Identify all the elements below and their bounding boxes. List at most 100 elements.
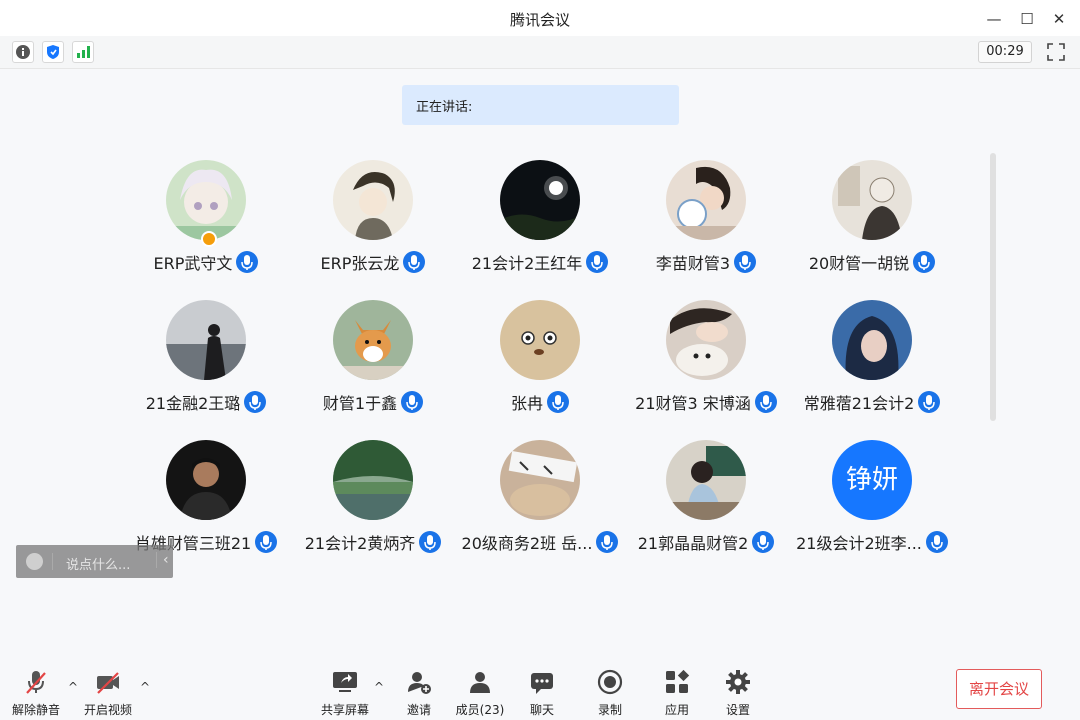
- divider: [52, 553, 53, 570]
- record-button[interactable]: 录制: [580, 668, 640, 718]
- chat-placeholder: 说点什么...: [66, 558, 131, 573]
- participant-tile[interactable]: 常雅蓿21会计2: [787, 300, 957, 420]
- participant-name: 21财管3 宋博涵: [635, 394, 751, 413]
- host-icon: [201, 231, 217, 247]
- window-title: 腾讯会议: [509, 11, 570, 29]
- gear-icon: [726, 670, 750, 694]
- participant-scrollbar[interactable]: [990, 153, 996, 421]
- mic-icon: [918, 391, 941, 413]
- settings-label: 设置: [725, 703, 750, 717]
- unmute-button[interactable]: 解除静音: [6, 668, 66, 718]
- participant-name: 21级会计2班李...: [796, 534, 922, 553]
- participant-name-row: 李苗财管3: [621, 250, 791, 274]
- share-screen-button[interactable]: 共享屏幕: [315, 668, 375, 718]
- mic-icon: [913, 251, 936, 273]
- collapse-chat-icon[interactable]: ‹: [156, 552, 169, 568]
- participant-name: ERP武守文: [153, 254, 233, 273]
- participant-name-row: 21会计2黄炳齐: [288, 530, 458, 554]
- share-screen-icon: [333, 672, 357, 692]
- participant-tile[interactable]: 肖雄财管三班21: [121, 440, 291, 560]
- participant-name-row: 张冉: [455, 390, 625, 414]
- invite-button[interactable]: 邀请: [389, 668, 449, 718]
- info-icon[interactable]: [12, 41, 34, 63]
- avatar: [333, 160, 413, 240]
- invite-label: 邀请: [406, 703, 431, 717]
- avatar: [666, 160, 746, 240]
- shield-icon[interactable]: [42, 41, 64, 63]
- mic-muted-icon: [26, 671, 46, 694]
- avatar: [832, 300, 912, 380]
- avatar: [166, 160, 246, 240]
- avatar: [166, 300, 246, 380]
- participant-tile[interactable]: ERP张云龙: [288, 160, 458, 280]
- participant-tile[interactable]: 21会计2黄炳齐: [288, 440, 458, 560]
- participant-tile[interactable]: 20级商务2班 岳...: [455, 440, 625, 560]
- participant-name: 21会计2黄炳齐: [304, 534, 416, 553]
- meeting-timer: 00:29: [978, 41, 1032, 63]
- close-button[interactable]: ✕: [1048, 8, 1070, 30]
- mic-icon: [255, 531, 278, 553]
- bottom-toolbar: 解除静音 ^ 开启视频 ^ 共享屏幕 ^ 邀请 成员(23) 聊天 录制 应用 …: [0, 660, 1080, 720]
- mic-icon: [403, 251, 426, 273]
- unmute-label: 解除静音: [11, 703, 60, 717]
- settings-button[interactable]: 设置: [708, 668, 768, 718]
- avatar-text: 铮妍: [832, 440, 912, 520]
- participant-tile[interactable]: 财管1于鑫: [288, 300, 458, 420]
- participant-tile[interactable]: 张冉: [455, 300, 625, 420]
- participant-tile[interactable]: 21财管3 宋博涵: [621, 300, 791, 420]
- participant-name: ERP张云龙: [320, 254, 400, 273]
- participant-tile[interactable]: 21郭晶晶财管2: [621, 440, 791, 560]
- avatar: [166, 440, 246, 520]
- mic-icon: [925, 531, 948, 553]
- speaking-label: 正在讲话:: [416, 100, 473, 115]
- mic-icon: [401, 391, 424, 413]
- avatar: [666, 300, 746, 380]
- minimize-button[interactable]: —: [983, 8, 1005, 30]
- start-video-label: 开启视频: [83, 703, 132, 717]
- participant-tile[interactable]: 李苗财管3: [621, 160, 791, 280]
- add-user-icon: [408, 672, 431, 694]
- members-label: 成员(23): [455, 703, 505, 717]
- mic-icon: [419, 531, 442, 553]
- participant-name-row: 21金融2王璐: [121, 390, 291, 414]
- participant-name-row: 21郭晶晶财管2: [621, 530, 791, 554]
- members-button[interactable]: 成员(23): [450, 668, 510, 718]
- participant-tile[interactable]: 21会计2王红年: [455, 160, 625, 280]
- participant-name-row: 21财管3 宋博涵: [621, 390, 791, 414]
- record-icon: [597, 669, 623, 695]
- participant-name-row: 20级商务2班 岳...: [455, 530, 625, 554]
- avatar: [500, 160, 580, 240]
- mic-icon: [734, 251, 757, 273]
- audio-options-caret-icon[interactable]: ^: [68, 680, 78, 694]
- signal-icon[interactable]: [72, 41, 94, 63]
- camera-off-icon: [97, 672, 119, 694]
- avatar: [832, 160, 912, 240]
- chat-button[interactable]: 聊天: [512, 668, 572, 718]
- mic-icon: [752, 531, 775, 553]
- participant-tile[interactable]: 21金融2王璐: [121, 300, 291, 420]
- avatar: [500, 300, 580, 380]
- maximize-button[interactable]: ☐: [1016, 8, 1038, 30]
- participant-tile[interactable]: 铮妍 21级会计2班李...: [787, 440, 957, 560]
- avatar: [333, 440, 413, 520]
- start-video-button[interactable]: 开启视频: [78, 668, 138, 718]
- participant-name: 21会计2王红年: [471, 254, 583, 273]
- mic-icon: [596, 531, 619, 553]
- participant-name-row: 20财管一胡锐: [787, 250, 957, 274]
- participant-tile[interactable]: 20财管一胡锐: [787, 160, 957, 280]
- apps-button[interactable]: 应用: [647, 668, 707, 718]
- fullscreen-icon[interactable]: [1044, 40, 1068, 64]
- chat-input[interactable]: 说点什么... ‹: [16, 545, 173, 578]
- apps-label: 应用: [664, 703, 689, 717]
- participant-tile[interactable]: ERP武守文: [121, 160, 291, 280]
- participant-name: 20财管一胡锐: [808, 254, 910, 273]
- mic-icon: [244, 391, 267, 413]
- video-options-caret-icon[interactable]: ^: [140, 680, 150, 694]
- participant-name-row: ERP武守文: [121, 250, 291, 274]
- share-options-caret-icon[interactable]: ^: [374, 680, 384, 694]
- mic-icon: [547, 391, 569, 413]
- apps-icon: [666, 669, 690, 693]
- leave-meeting-button[interactable]: 离开会议: [956, 669, 1042, 709]
- avatar: [500, 440, 580, 520]
- emoji-icon[interactable]: [26, 553, 43, 570]
